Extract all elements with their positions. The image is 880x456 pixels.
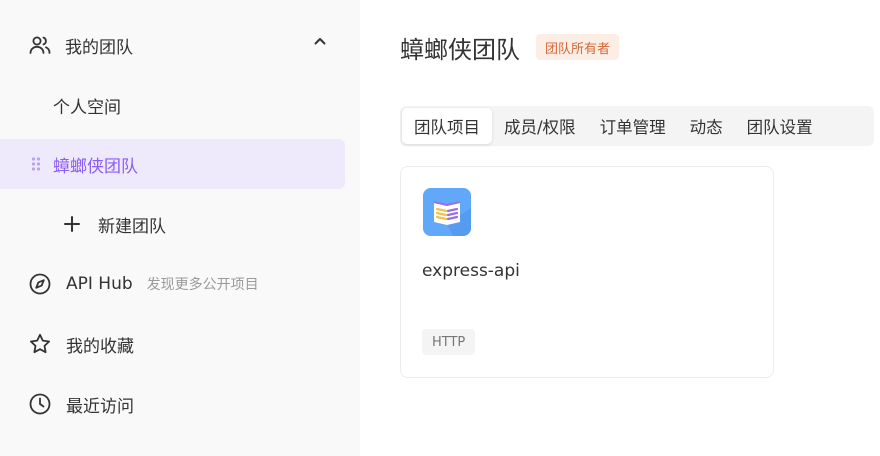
main-content: 蟑螂侠团队 团队所有者 团队项目 成员/权限 订单管理 动态 团队设置 expr…	[360, 0, 880, 456]
page-title: 蟑螂侠团队	[400, 36, 520, 64]
new-team-button[interactable]: 新建团队	[60, 199, 166, 249]
tab-activity[interactable]: 动态	[678, 108, 735, 144]
sidebar-my-team[interactable]: 我的团队	[28, 20, 340, 70]
project-card[interactable]: express-api HTTP	[400, 166, 774, 378]
drag-handle-icon[interactable]	[31, 156, 41, 172]
sidebar-item-recent[interactable]: 最近访问	[28, 379, 134, 429]
sidebar-item-label: 个人空间	[53, 97, 121, 118]
project-icon	[423, 188, 471, 236]
sidebar-item-personal-space[interactable]: 个人空间	[53, 80, 121, 130]
tab-team-projects[interactable]: 团队项目	[402, 108, 492, 144]
tab-members-permissions[interactable]: 成员/权限	[492, 108, 588, 144]
star-icon	[28, 332, 52, 356]
sidebar-item-active-team[interactable]: 蟑螂侠团队	[0, 139, 345, 189]
project-type-tag: HTTP	[422, 329, 476, 355]
sidebar-item-label: 蟑螂侠团队	[53, 156, 138, 177]
project-name: express-api	[422, 261, 520, 281]
new-team-label: 新建团队	[98, 216, 166, 237]
tab-team-settings[interactable]: 团队设置	[735, 108, 825, 144]
chevron-up-icon[interactable]	[312, 33, 328, 54]
compass-icon	[28, 272, 52, 296]
sidebar-item-api-hub[interactable]: API Hub 发现更多公开项目	[28, 259, 259, 309]
clock-icon	[28, 392, 52, 416]
sidebar-item-favorites[interactable]: 我的收藏	[28, 319, 134, 369]
team-users-icon	[28, 33, 52, 57]
api-hub-subtitle: 发现更多公开项目	[146, 277, 259, 293]
sidebar-item-label: 我的收藏	[66, 336, 134, 357]
sidebar-item-label: API Hub	[66, 274, 133, 294]
tab-orders[interactable]: 订单管理	[588, 108, 678, 144]
sidebar: 我的团队 个人空间 蟑螂侠团队 新建团队 API Hub 发现更多公开项目 我的…	[0, 0, 360, 456]
plus-icon	[60, 212, 84, 236]
role-badge: 团队所有者	[536, 34, 620, 60]
sidebar-item-label: 最近访问	[66, 396, 134, 417]
tab-bar: 团队项目 成员/权限 订单管理 动态 团队设置	[400, 106, 874, 146]
sidebar-my-team-label: 我的团队	[65, 37, 133, 58]
